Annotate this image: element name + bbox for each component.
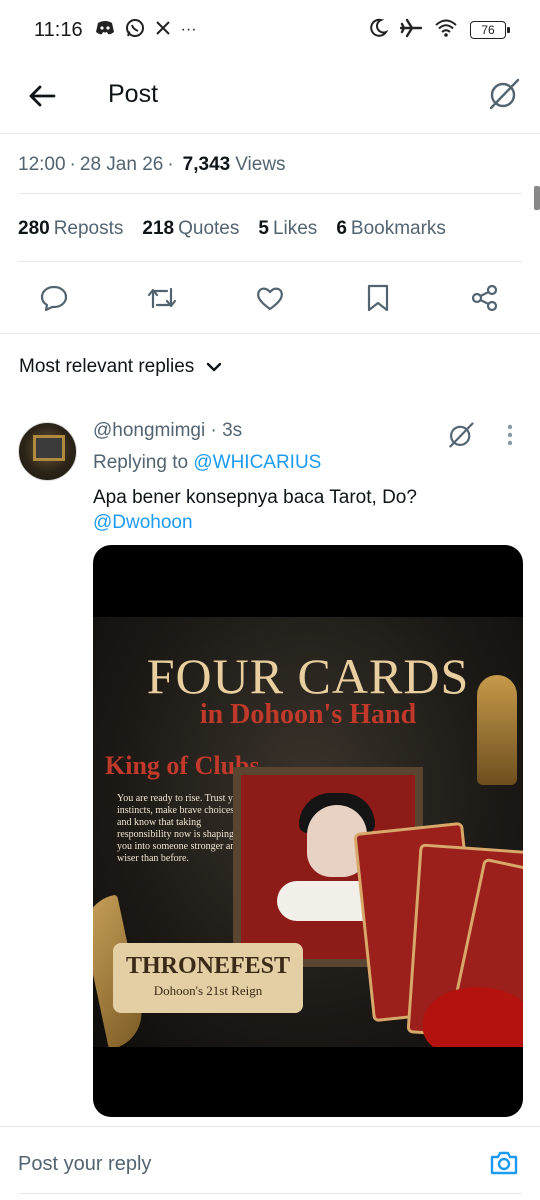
status-time: 11:16	[34, 18, 83, 41]
airplane-icon	[399, 18, 423, 43]
reply-post[interactable]: @hongmimgi · 3s Replying to @WHICARIUS A…	[0, 418, 540, 1124]
status-bar: 11:16 ··· 76	[0, 0, 540, 60]
reply-composer: Post your reply	[0, 1126, 540, 1200]
grok-button[interactable]	[484, 74, 524, 114]
reply-mention[interactable]: @Dwohoon	[93, 512, 193, 534]
page-title: Post	[108, 80, 159, 108]
grok-icon	[449, 422, 474, 448]
replies-sort-dropdown[interactable]: Most relevant replies	[19, 356, 222, 378]
stat-likes[interactable]: 5 Likes	[258, 218, 317, 240]
notification-icons: ···	[95, 18, 197, 43]
post-date: 28 Jan 26	[79, 153, 164, 175]
media-poster: FOUR CARDS in Dohoon's Hand King of Club…	[93, 617, 523, 1047]
more-dots-icon: ···	[180, 21, 197, 38]
grok-icon	[489, 78, 520, 110]
scroll-subtitle: Dohoon's 21st Reign	[153, 983, 263, 998]
views-label: Views	[235, 153, 286, 175]
repost-icon	[147, 287, 177, 309]
heart-icon	[257, 287, 283, 311]
wifi-icon	[434, 18, 458, 43]
share-icon	[471, 284, 498, 312]
replying-to: Replying to @WHICARIUS	[93, 452, 321, 474]
separator: ·	[69, 153, 76, 175]
more-vertical-icon	[507, 424, 513, 446]
bottom-divider	[18, 1193, 522, 1194]
chevron-down-icon	[207, 362, 222, 372]
scroll-title: THRONEFEST	[125, 953, 291, 979]
reply-icon	[40, 285, 68, 312]
separator: ·	[210, 420, 217, 441]
avatar[interactable]	[18, 422, 77, 481]
poster-title: FOUR CARDS	[146, 648, 470, 704]
battery-indicator: 76	[470, 21, 510, 39]
poster-subtitle: in Dohoon's Hand	[199, 699, 417, 730]
camera-button[interactable]	[488, 1147, 520, 1179]
moon-icon	[368, 18, 389, 43]
back-button[interactable]	[24, 78, 60, 114]
more-options-button[interactable]	[500, 420, 520, 450]
stat-bookmarks[interactable]: 6 Bookmarks	[336, 218, 446, 240]
reply-input[interactable]: Post your reply	[18, 1153, 151, 1176]
avatar-image	[33, 435, 65, 461]
views-count: 7,343	[182, 153, 231, 175]
post-time: 12:00	[18, 153, 66, 175]
poster-description: You are ready to rise. Trust your instin…	[117, 793, 247, 864]
system-icons: 76	[368, 18, 510, 43]
post-actions	[0, 262, 540, 334]
arrow-left-icon	[29, 85, 56, 107]
stat-quotes[interactable]: 218 Quotes	[142, 218, 239, 240]
share-button[interactable]	[467, 280, 503, 316]
replies-sort-label: Most relevant replies	[19, 356, 195, 377]
discord-icon	[95, 20, 115, 41]
app-header: Post	[0, 60, 540, 134]
bookmark-icon	[367, 284, 389, 312]
stat-reposts[interactable]: 280 Reposts	[18, 218, 123, 240]
replying-to-handle[interactable]: @WHICARIUS	[193, 452, 321, 473]
separator: ·	[167, 153, 174, 175]
camera-icon	[490, 1151, 518, 1175]
reply-media[interactable]: FOUR CARDS in Dohoon's Hand King of Club…	[93, 545, 523, 1117]
whatsapp-icon	[125, 18, 145, 43]
reply-text: Apa bener konsepnya baca Tarot, Do?	[93, 487, 417, 508]
reply-grok-button[interactable]	[444, 418, 478, 452]
reply-time: 3s	[222, 420, 243, 441]
repost-button[interactable]	[144, 280, 180, 316]
replying-label: Replying to	[93, 452, 189, 473]
x-icon	[155, 20, 171, 41]
post-meta: 12:00 · 28 Jan 26 · 7,343 Views	[18, 136, 522, 194]
reply-button[interactable]	[36, 280, 72, 316]
like-button[interactable]	[252, 280, 288, 316]
engagement-stats: 280 Reposts 218 Quotes 5 Likes 6 Bookmarks	[18, 196, 522, 262]
reply-header: @hongmimgi · 3s	[93, 420, 242, 442]
scrollbar-thumb[interactable]	[534, 186, 540, 210]
reply-handle[interactable]: @hongmimgi	[93, 420, 205, 441]
bookmark-button[interactable]	[360, 280, 396, 316]
poster-scroll: THRONEFEST Dohoon's 21st Reign	[113, 943, 303, 1013]
